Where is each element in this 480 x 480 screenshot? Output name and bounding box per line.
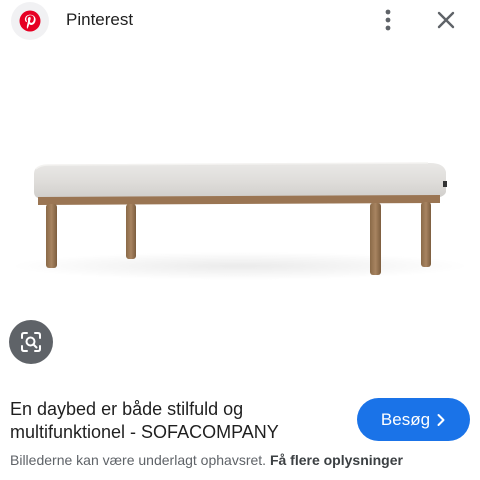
pinterest-logo[interactable] bbox=[11, 2, 49, 40]
lens-search-icon bbox=[21, 332, 41, 352]
copyright-text: Billederne kan være underlagt ophavsret. bbox=[10, 452, 267, 468]
product-image[interactable] bbox=[0, 44, 480, 370]
more-vertical-icon[interactable] bbox=[376, 6, 400, 34]
pinterest-logo-icon bbox=[19, 10, 41, 32]
daybed-illustration bbox=[10, 162, 470, 280]
header-bar: Pinterest bbox=[0, 0, 480, 40]
chevron-right-icon bbox=[437, 413, 445, 426]
visit-button[interactable]: Besøg bbox=[357, 398, 470, 441]
image-caption[interactable]: En daybed er både stilfuld og multifunkt… bbox=[10, 398, 340, 444]
copyright-notice: Billederne kan være underlagt ophavsret.… bbox=[10, 452, 403, 468]
close-icon[interactable] bbox=[432, 6, 460, 34]
lens-search-button[interactable] bbox=[9, 320, 53, 364]
visit-button-label: Besøg bbox=[380, 409, 431, 429]
learn-more-link[interactable]: Få flere oplysninger bbox=[270, 452, 403, 468]
app-title: Pinterest bbox=[66, 10, 134, 29]
